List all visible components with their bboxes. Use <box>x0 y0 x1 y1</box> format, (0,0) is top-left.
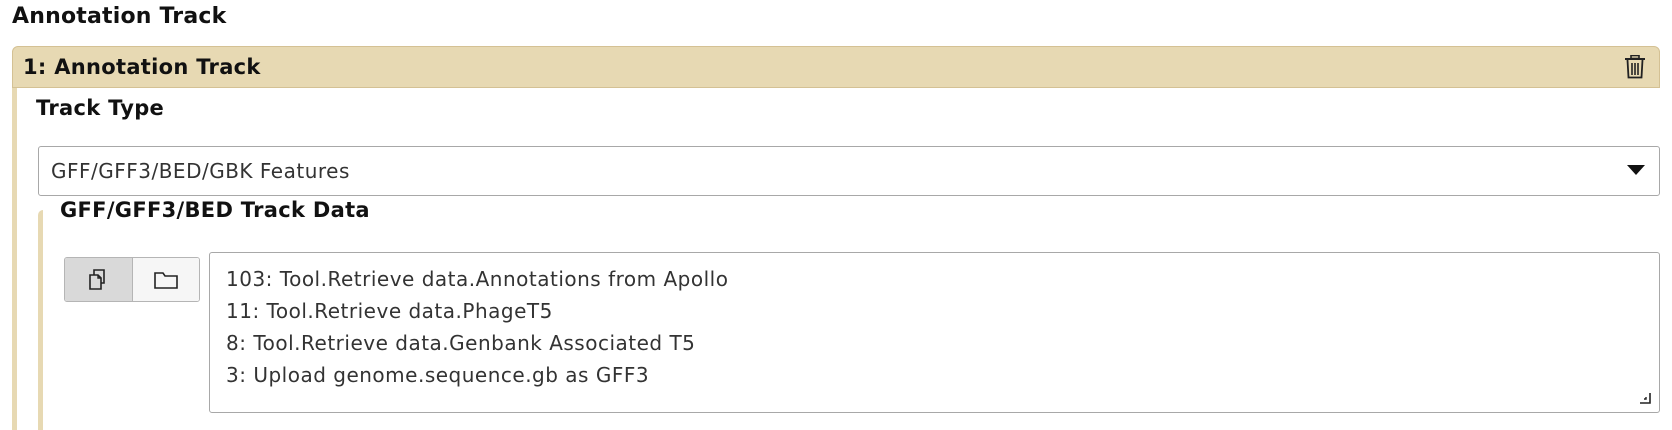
selected-datasets-list: 103: Tool.Retrieve data.Annotations from… <box>226 263 728 391</box>
track-data-multiselect[interactable]: 103: Tool.Retrieve data.Annotations from… <box>209 252 1660 413</box>
track-data-section-border <box>38 210 43 430</box>
multiple-datasets-icon <box>89 268 106 290</box>
selected-dataset[interactable]: 11: Tool.Retrieve data.PhageT5 <box>226 295 728 327</box>
repeat-header: 1: Annotation Track <box>12 46 1660 88</box>
trash-icon <box>1625 55 1645 79</box>
track-type-label: Track Type <box>36 96 165 120</box>
track-data-label: GFF/GFF3/BED Track Data <box>60 198 370 222</box>
repeat-left-border <box>12 88 17 430</box>
chevron-down-icon <box>1627 165 1645 175</box>
folder-icon <box>153 271 178 289</box>
section-title: Annotation Track <box>12 4 227 29</box>
track-type-selected-value: GFF/GFF3/BED/GBK Features <box>51 159 350 183</box>
selected-dataset[interactable]: 103: Tool.Retrieve data.Annotations from… <box>226 263 728 295</box>
repeat-title: 1: Annotation Track <box>23 55 261 79</box>
delete-repeat-button[interactable] <box>1621 53 1649 81</box>
track-type-select[interactable]: GFF/GFF3/BED/GBK Features <box>38 146 1660 196</box>
input-mode-buttons <box>64 257 200 302</box>
selected-dataset[interactable]: 3: Upload genome.sequence.gb as GFF3 <box>226 359 728 391</box>
multiple-datasets-button[interactable] <box>65 258 133 301</box>
selected-dataset[interactable]: 8: Tool.Retrieve data.Genbank Associated… <box>226 327 728 359</box>
dataset-collection-button[interactable] <box>132 258 199 301</box>
resize-handle-icon[interactable] <box>1639 392 1651 404</box>
